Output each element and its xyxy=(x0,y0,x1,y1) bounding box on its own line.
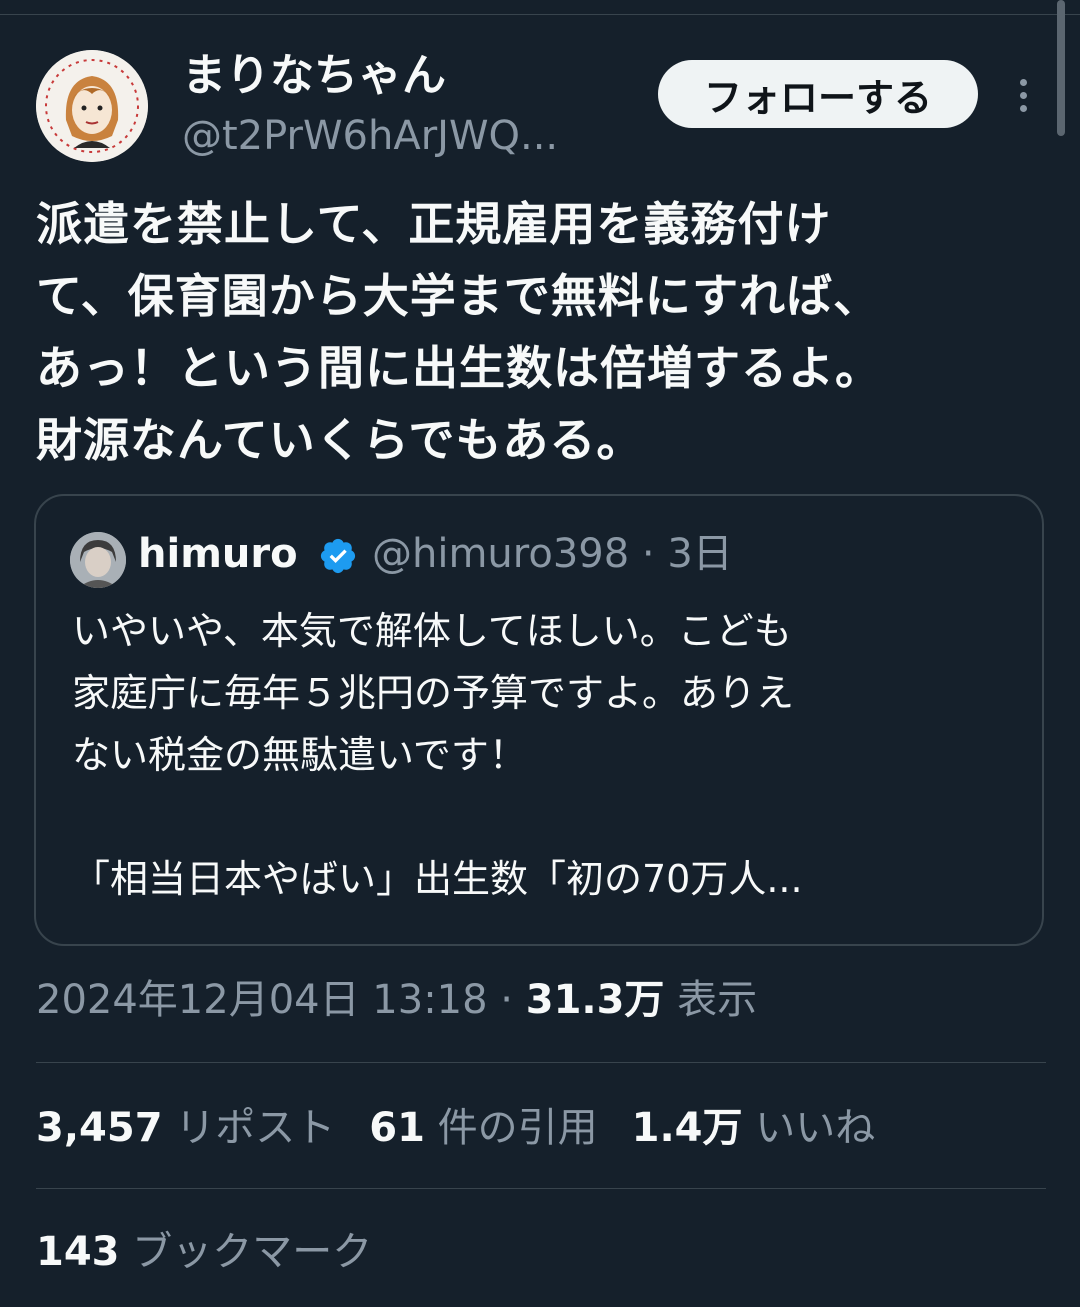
verified-badge-icon xyxy=(320,538,356,574)
quoted-author-avatar xyxy=(70,532,126,588)
author-handle[interactable]: @t2PrW6hArJWQ... xyxy=(182,110,558,162)
tweet-datetime[interactable]: 2024年12月04日 13:18 · xyxy=(36,977,526,1023)
likes-count: 1.4万 xyxy=(631,1105,743,1151)
quoted-text-line: 「相当日本やばい」出生数「初の70万人... xyxy=(72,857,803,901)
author-avatar[interactable] xyxy=(36,50,148,162)
quoted-text-line xyxy=(72,786,1022,848)
top-divider xyxy=(0,14,1080,15)
bookmarks-label: ブックマーク xyxy=(119,1229,373,1275)
tweet-text-line: て、保育園から大学まで無料にすれば、 xyxy=(36,269,881,323)
scrollbar[interactable] xyxy=(1057,0,1065,136)
quoted-text-line: 家庭庁に毎年５兆円の予算ですよ。ありえ xyxy=(72,671,795,715)
dot xyxy=(1019,78,1027,86)
follow-button[interactable]: フォローする xyxy=(658,60,978,128)
divider xyxy=(36,1062,1046,1063)
tweet-text-line: あっ！という間に出生数は倍増するよ。 xyxy=(36,341,882,395)
likes-label: いいね xyxy=(742,1105,876,1151)
quoted-text-line: いやいや、本気で解体してほしい。こども xyxy=(72,609,792,653)
dot xyxy=(1019,91,1027,99)
likes-stat[interactable]: 1.4万 いいね xyxy=(632,1098,876,1158)
reposts-stat[interactable]: 3,457 リポスト xyxy=(36,1098,335,1158)
quoted-handle-time: @himuro398 · 3日 xyxy=(372,531,733,577)
quotes-count: 61 xyxy=(369,1105,425,1151)
tweet-text-line: 財源なんていくらでもある。 xyxy=(36,413,644,467)
quotes-stat[interactable]: 61 件の引用 xyxy=(369,1098,597,1158)
engagement-stats: 3,457 リポスト 61 件の引用 1.4万 いいね xyxy=(36,1098,875,1158)
quoted-text-line: ない税金の無駄遣いです！ xyxy=(72,733,527,777)
quoted-tweet-card[interactable]: himuro @himuro398 · 3日 いやいや、本気で解体してほしい。こ… xyxy=(34,494,1044,946)
quotes-label: 件の引用 xyxy=(424,1105,598,1151)
bookmarks-count: 143 xyxy=(36,1229,120,1275)
tweet-text-line: 派遣を禁止して、正規雇用を義務付け xyxy=(36,197,832,251)
views-count: 31.3万 xyxy=(525,977,665,1023)
reposts-label: リポスト xyxy=(162,1105,336,1151)
dot xyxy=(1019,104,1027,112)
divider xyxy=(36,1188,1046,1189)
tweet-text: 派遣を禁止して、正規雇用を義務付け て、保育園から大学まで無料にすれば、 あっ！… xyxy=(36,188,1046,476)
views-label: 表示 xyxy=(664,977,758,1023)
bookmarks-stat[interactable]: 143 ブックマーク xyxy=(36,1222,372,1282)
author-display-name[interactable]: まりなちゃん xyxy=(182,48,446,104)
tweet-meta: 2024年12月04日 13:18 · 31.3万 表示 xyxy=(36,970,757,1030)
reposts-count: 3,457 xyxy=(36,1105,163,1151)
more-dots-icon[interactable] xyxy=(1006,72,1040,118)
quoted-author-name: himuro xyxy=(138,531,298,577)
quoted-tweet-text: いやいや、本気で解体してほしい。こども 家庭庁に毎年５兆円の予算ですよ。ありえ … xyxy=(72,600,1022,910)
